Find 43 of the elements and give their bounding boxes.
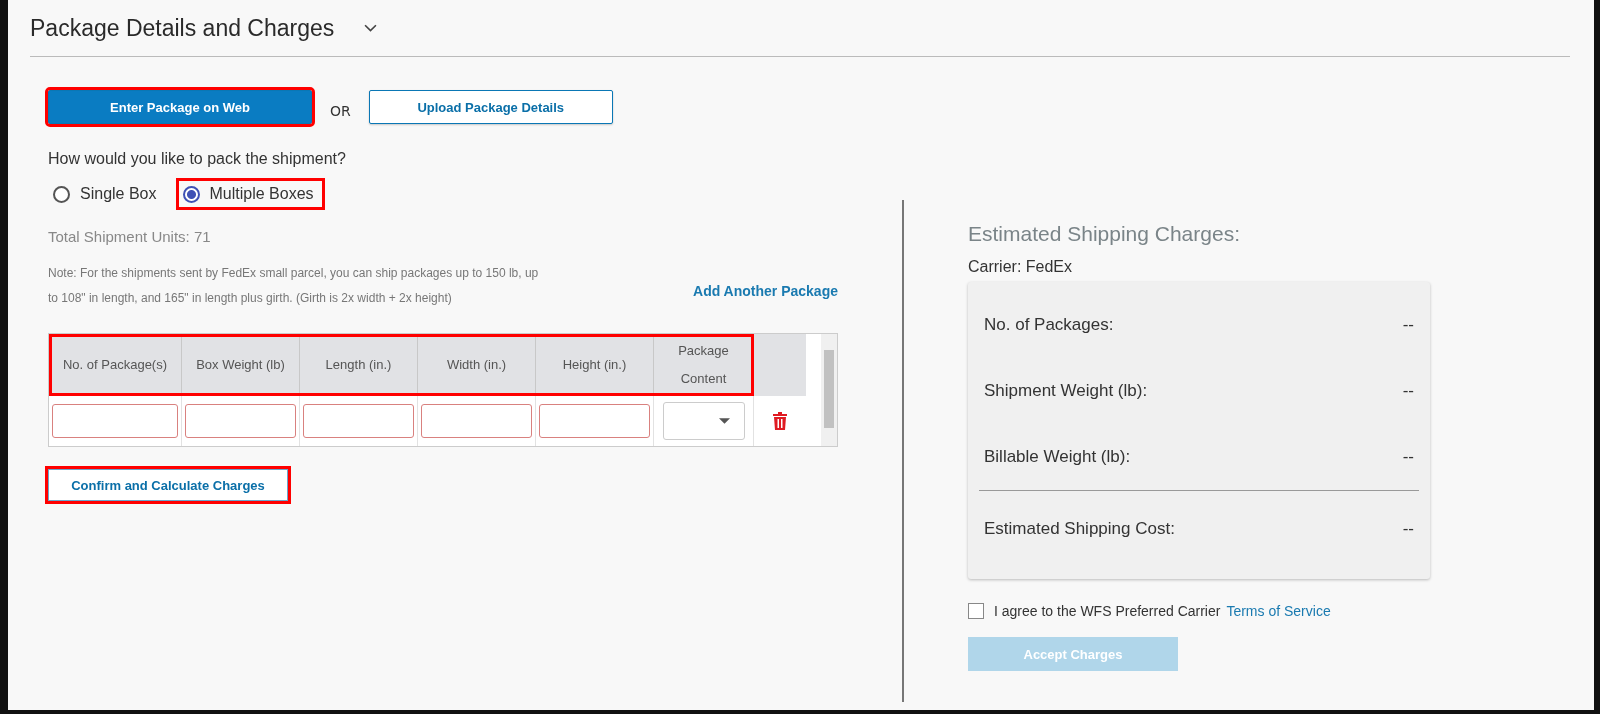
- total-units: Total Shipment Units: 71: [48, 228, 212, 245]
- trash-icon[interactable]: [772, 412, 788, 430]
- chevron-icon[interactable]: [364, 23, 378, 33]
- entry-mode-button[interactable]: Upload Package Details: [368, 90, 613, 124]
- radio-button[interactable]: [182, 185, 200, 203]
- charges-title: Estimated Shipping Charges:: [968, 222, 1241, 246]
- content-dropdown[interactable]: [662, 402, 745, 440]
- column-header: No. of Package(s): [49, 334, 182, 396]
- charge-value: --: [1402, 381, 1414, 401]
- charge-value: --: [1402, 447, 1414, 467]
- radio-option[interactable]: Multiple Boxes: [175, 178, 325, 210]
- carrier-label: Carrier: FedEx: [968, 258, 1074, 276]
- input-field[interactable]: [303, 404, 414, 438]
- column-header: Height (in.): [536, 334, 654, 396]
- charge-label: Shipment Weight (lb):: [984, 381, 1148, 401]
- cost-value: --: [1402, 519, 1414, 539]
- terms-link[interactable]: Terms of Service: [1226, 603, 1331, 619]
- radio-label[interactable]: Multiple Boxes: [209, 185, 314, 203]
- input-field[interactable]: [52, 404, 178, 438]
- column-header: Length (in.): [300, 334, 418, 396]
- input-field[interactable]: [185, 404, 296, 438]
- radio-label[interactable]: Single Box: [80, 185, 157, 203]
- add-package-link[interactable]: Add Another Package: [693, 283, 838, 299]
- column-header: Width (in.): [418, 334, 536, 396]
- section-title: Package Details and Charges: [30, 14, 335, 42]
- radio-option[interactable]: Single Box: [46, 178, 168, 210]
- radio-button[interactable]: [53, 185, 70, 203]
- scrollbar[interactable]: [821, 334, 837, 446]
- input-field[interactable]: [421, 404, 532, 438]
- agree-text: I agree to the WFS Preferred Carrier: [994, 603, 1221, 619]
- input-field[interactable]: [539, 404, 650, 438]
- entry-mode-button[interactable]: Enter Package on Web: [48, 90, 312, 124]
- charge-value: --: [1402, 315, 1414, 335]
- note-text: Note: For the shipments sent by FedEx small parcel, you can ship packages up to 150 lb, up to 108" in length, and 165" in length plus girth. (Girth is 2x width + 2x height): [48, 265, 540, 307]
- caret-icon: [718, 418, 730, 424]
- column-header: Box Weight (lb): [182, 334, 300, 396]
- cost-label: Estimated Shipping Cost:: [984, 519, 1175, 539]
- charge-label: No. of Packages:: [984, 315, 1114, 335]
- or-label: OR: [330, 103, 351, 119]
- charge-label: Billable Weight (lb):: [984, 447, 1131, 467]
- pack-question: How would you like to pack the shipment?: [48, 150, 347, 168]
- confirm-button[interactable]: Confirm and Calculate Charges: [48, 469, 288, 501]
- agree-checkbox[interactable]: [968, 603, 984, 619]
